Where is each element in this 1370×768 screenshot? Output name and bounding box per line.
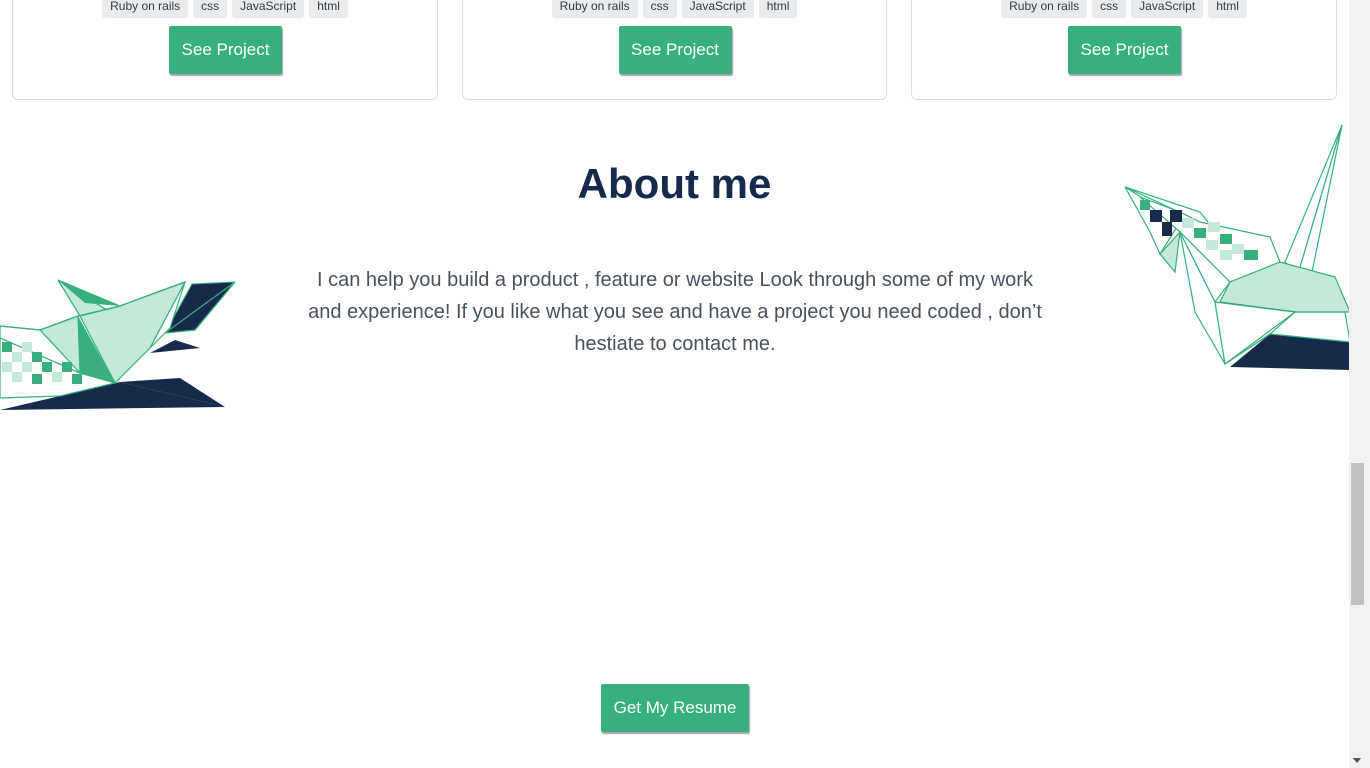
tag: css bbox=[1092, 0, 1127, 18]
see-project-button[interactable]: See Project bbox=[618, 26, 732, 74]
tag: JavaScript bbox=[1131, 0, 1204, 18]
about-description: I can help you build a product , feature… bbox=[308, 269, 1042, 355]
project-card: Ruby on rails css JavaScript html See Pr… bbox=[12, 0, 438, 100]
tag-list: Ruby on rails css JavaScript html bbox=[463, 0, 886, 18]
tag: JavaScript bbox=[681, 0, 754, 18]
tag: html bbox=[309, 0, 348, 18]
tag: html bbox=[758, 0, 798, 18]
tag: JavaScript bbox=[232, 0, 305, 18]
project-card: Ruby on rails css JavaScript html See Pr… bbox=[911, 0, 1337, 100]
tag-list: Ruby on rails css JavaScript html bbox=[13, 0, 437, 18]
tag-list: Ruby on rails css JavaScript html bbox=[912, 0, 1336, 18]
see-project-button[interactable]: See Project bbox=[1068, 26, 1181, 74]
tag: css bbox=[193, 0, 228, 18]
origami-crane-right-illustration bbox=[1124, 124, 1350, 370]
see-project-button[interactable]: See Project bbox=[169, 26, 282, 74]
get-resume-button[interactable]: Get My Resume bbox=[601, 684, 749, 732]
scroll-down-arrow-icon[interactable] bbox=[1353, 758, 1361, 763]
tag: Ruby on rails bbox=[551, 0, 638, 18]
scrollbar-thumb[interactable] bbox=[1351, 463, 1364, 605]
project-card: Ruby on rails css JavaScript html See Pr… bbox=[462, 0, 887, 100]
tag: Ruby on rails bbox=[1001, 0, 1088, 18]
page: Ruby on rails css JavaScript html See Pr… bbox=[0, 0, 1370, 768]
origami-crane-left-illustration bbox=[0, 279, 237, 410]
tag: css bbox=[642, 0, 677, 18]
tag: Ruby on rails bbox=[102, 0, 189, 18]
vertical-scrollbar[interactable] bbox=[1349, 0, 1370, 768]
tag: html bbox=[1208, 0, 1247, 18]
